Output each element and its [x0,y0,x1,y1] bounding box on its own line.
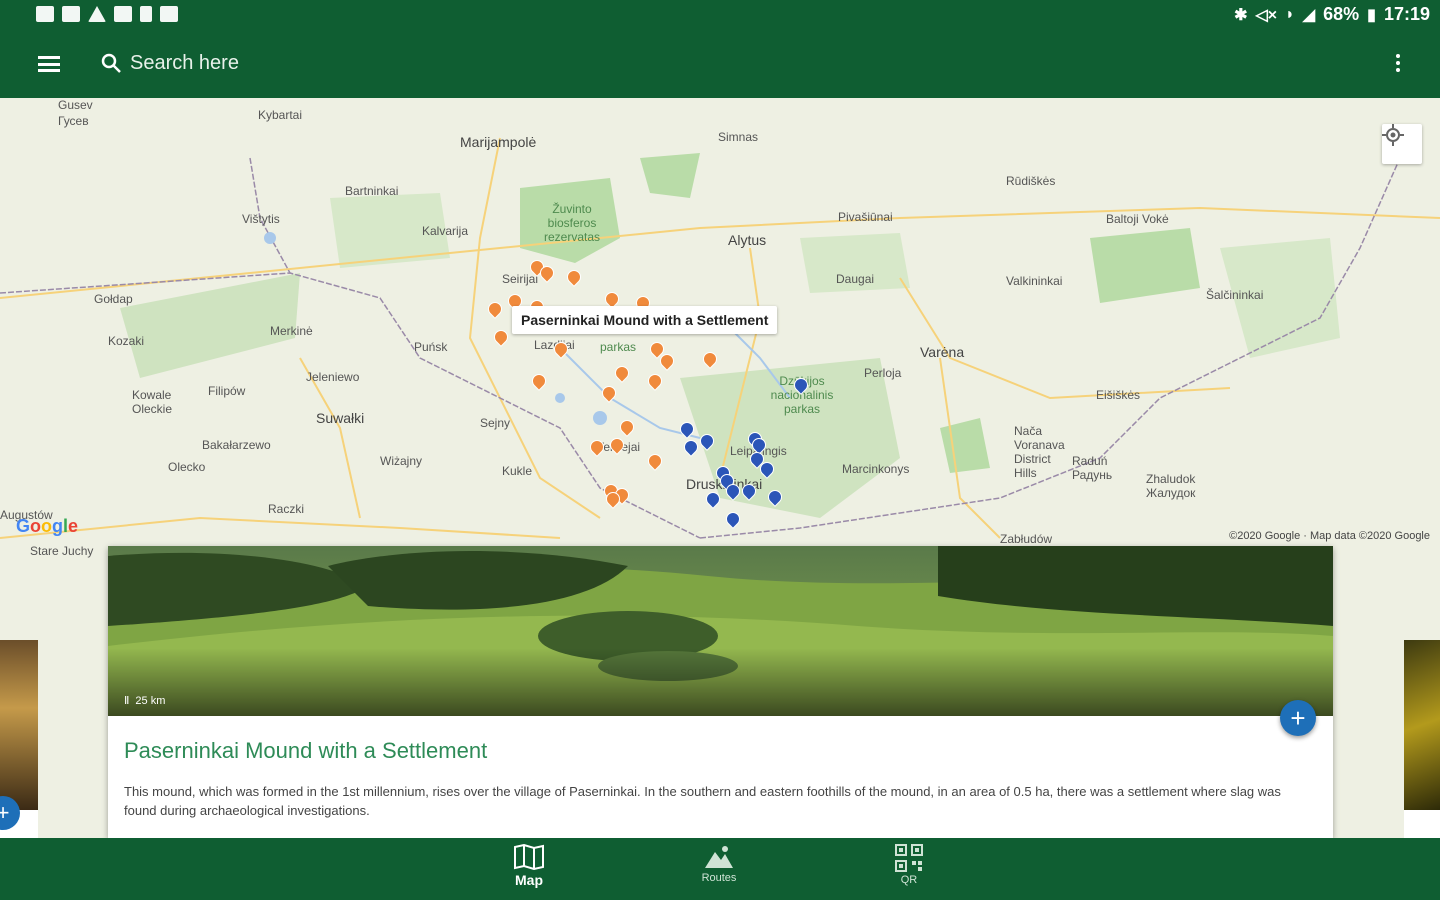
map-label: Kalvarija [422,224,469,238]
search-icon [101,53,121,73]
card-image [1404,640,1440,810]
map-label: parkas [600,340,637,354]
place-title: Paserninkai Mound with a Settlement [124,738,488,763]
nav-routes[interactable]: Routes [674,844,764,884]
map-label: Marijampolė [460,134,537,150]
map-label: Vištytis [242,212,280,226]
map-label: Varėna [920,344,965,360]
google-logo: Google [16,516,79,536]
map-label: Olecko [168,460,206,474]
distance-text: 25 km [135,694,166,707]
add-to-route-button[interactable]: + [1280,700,1316,736]
distance-badge: Ⅱ 25 km [124,694,166,708]
route-icon: Ⅱ [124,695,130,707]
overflow-menu-icon[interactable] [1394,54,1402,72]
card-image [0,640,38,810]
app-bar: Search here [0,32,1440,98]
map-label: Marcinkonys [842,462,910,476]
map-label: Zhaludok Жалудок [1146,472,1196,500]
map-label: Wiżajny [380,454,423,468]
map-label: Merkinė [270,324,313,338]
map-label: Žuvinto biosferos rezervatas [543,202,601,244]
map-label: Raczki [268,502,305,516]
map-label: Daugai [836,272,875,286]
battery-icon: ▮ [1367,6,1376,24]
map-label: Eišiškės [1096,388,1141,402]
map-label: Kozaki [108,334,145,348]
map-label: Raduń Радунь [1072,454,1113,482]
photo-icon [114,6,132,22]
clock: 17:19 [1383,4,1430,24]
bluetooth-icon: ✱ [1234,6,1248,24]
nav-map[interactable]: Map [484,844,574,888]
map-label: Seirijai [502,272,539,286]
adjacent-card-right[interactable] [1404,640,1440,838]
map-label: Stare Juchy [30,544,94,558]
notification-icons [36,6,178,22]
map-label: Šalčininkai [1206,288,1264,302]
marker-info-window[interactable]: Paserninkai Mound with a Settlement [512,306,778,334]
map-label: Zabłudów [1000,532,1053,546]
signal-icon: ◢ [1302,6,1316,24]
map-label: Kybartai [258,108,303,122]
status-bar: ✱ ◁× ◗ ◢ 68% ▮ 17:19 [0,0,1440,32]
map-label: Pivašiūnai [838,210,893,224]
qr-icon [895,844,923,872]
map-label: Baltoji Vokė [1106,212,1169,226]
place-image: Ⅱ 25 km [108,546,1333,716]
map-label: Jeleniewo [306,370,360,384]
nav-label: Routes [701,872,737,884]
battery-percent: 68% [1323,4,1360,24]
map-copyright: ©2020 Google · Map data ©2020 Google [1229,530,1430,542]
map-label: Perloja [864,366,902,380]
nav-qr[interactable]: QR [864,844,954,886]
map-label: Bartninkai [345,184,399,198]
place-card[interactable]: Ⅱ 25 km Paserninkai Mound with a Settlem… [108,546,1333,838]
map-label: Puńsk [414,340,448,354]
map-label: Nača Voranava District Hills [1014,424,1065,480]
menu-icon[interactable] [38,56,60,72]
bottom-navigation: Map Routes QR [0,838,1440,900]
map-label: Sejny [480,416,511,430]
nav-label: QR [900,874,918,886]
mute-icon: ◁× [1255,6,1278,24]
map-icon [514,844,544,870]
image-icon [62,6,80,22]
search-placeholder: Search here [130,51,239,74]
crosshair-icon [1382,124,1404,146]
map-label: Rūdiškės [1006,174,1056,188]
search-bar[interactable]: Search here [100,47,239,79]
place-description: This mound, which was formed in the 1st … [124,784,1281,818]
nav-label: Map [515,872,543,888]
mail-icon [36,6,54,22]
map-label: Simnas [718,130,759,144]
wifi-icon: ◗ [1285,5,1295,23]
map-label: Alytus [728,232,767,248]
map-label: Bakałarzewo [202,438,271,452]
map-label: Kukle [502,464,533,478]
map-label: Suwałki [316,410,365,426]
sd-card-icon [140,6,152,22]
map-label: Gołdap [94,292,133,306]
map-label: Valkininkai [1006,274,1063,288]
map-label: Gusev [58,98,93,112]
map-label: Гусев [58,114,89,128]
my-location-button[interactable] [1382,124,1422,164]
map-label: Kowale Oleckie [132,388,173,416]
gallery-icon [160,6,178,22]
routes-icon [705,846,733,868]
map-label: Filipów [208,384,246,398]
warning-icon [88,6,106,22]
